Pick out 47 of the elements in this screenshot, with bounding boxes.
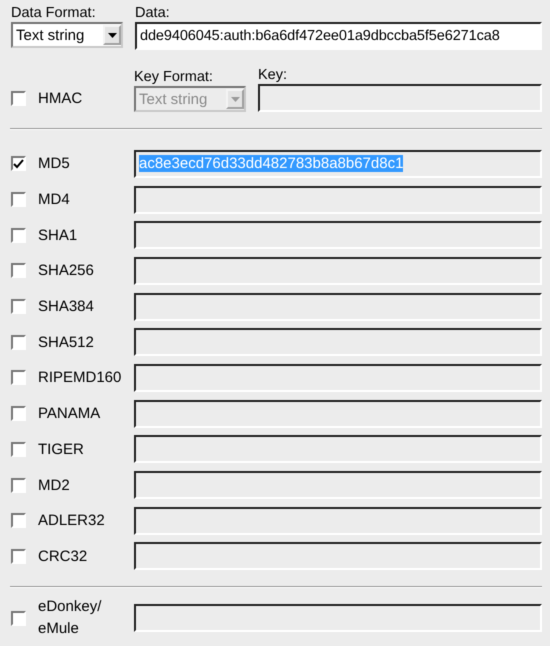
checkbox[interactable] xyxy=(11,548,26,564)
hash-output-field[interactable] xyxy=(134,471,542,500)
data-label: Data: xyxy=(135,4,171,22)
hash-output-field[interactable] xyxy=(134,221,542,250)
checkbox[interactable] xyxy=(11,90,26,106)
checkbox[interactable] xyxy=(11,478,26,493)
hash-output-field[interactable] xyxy=(134,256,542,285)
checkbox[interactable] xyxy=(11,228,26,243)
hash-value: ac8e3ecd76d33dd482783b8a8b67d8c1 xyxy=(139,155,404,172)
hash-output-field[interactable] xyxy=(134,186,542,214)
checkbox[interactable] xyxy=(11,192,26,208)
hash-output-field[interactable] xyxy=(134,400,542,428)
hash-output-field[interactable] xyxy=(134,604,542,632)
checkbox[interactable] xyxy=(11,406,26,422)
checkbox[interactable] xyxy=(11,442,26,457)
checkbox[interactable] xyxy=(11,370,26,386)
key-label: Key: xyxy=(258,66,288,84)
hash-label: MD4 xyxy=(38,191,70,208)
hash-label: TIGER xyxy=(38,440,84,458)
hash-output-field[interactable] xyxy=(134,292,542,321)
checkbox[interactable] xyxy=(11,263,26,278)
hash-label: CRC32 xyxy=(38,548,88,565)
hash-output-field[interactable] xyxy=(134,542,542,570)
hash-output-field[interactable] xyxy=(134,435,542,464)
hash-output-field[interactable] xyxy=(134,364,542,392)
hash-label: SHA384 xyxy=(38,298,94,316)
hash-label: eDonkey/ eMule xyxy=(38,597,102,640)
hash-label: MD2 xyxy=(38,476,70,494)
data-input-field[interactable]: dde9406045:auth:b6a6df472ee01a9dbccba5f5e6271ca8 xyxy=(135,22,542,50)
hash-output-field[interactable] xyxy=(134,506,542,535)
data-format-label: Data Format: xyxy=(11,4,97,22)
checkbox[interactable] xyxy=(11,513,26,528)
hash-label: MD5 xyxy=(38,155,70,172)
hmac-label: HMAC xyxy=(38,90,82,106)
checkbox[interactable] xyxy=(11,610,26,626)
hash-output-field[interactable] xyxy=(134,328,542,356)
format-dropdown[interactable]: Text string xyxy=(11,22,123,48)
checkbox[interactable] xyxy=(11,334,26,350)
hash-label: RIPEMD160 xyxy=(38,369,122,386)
hash-label: SHA256 xyxy=(38,262,94,280)
checkbox[interactable] xyxy=(11,156,26,172)
hash-label: ADLER32 xyxy=(38,512,105,530)
checkbox[interactable] xyxy=(11,299,26,314)
hash-label: SHA512 xyxy=(38,334,94,351)
key-format-label: Key Format: xyxy=(134,68,214,86)
hash-label: PANAMA xyxy=(38,405,100,422)
hash-label: SHA1 xyxy=(38,226,78,244)
